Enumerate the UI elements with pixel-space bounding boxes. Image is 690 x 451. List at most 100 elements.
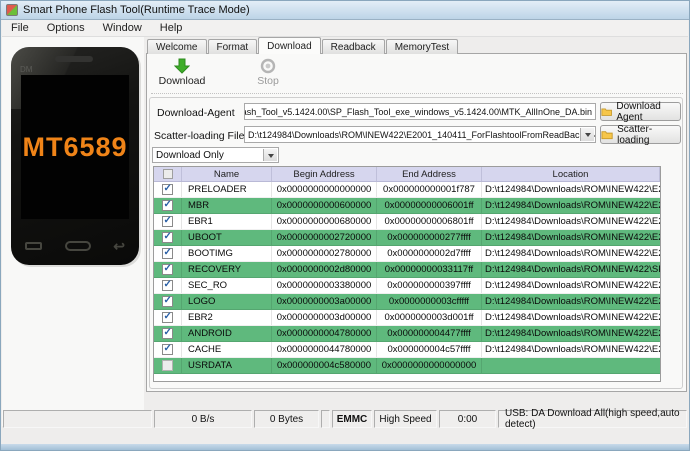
location-path: D:\t124984\Downloads\ROM\INEW422\E2001_1… [485,328,660,339]
menu-help[interactable]: Help [151,21,192,35]
end-address: 0x0000000000000000 [377,358,482,373]
header-end-address[interactable]: End Address [377,167,482,181]
row-checkbox[interactable] [162,279,173,291]
table-row[interactable]: RECOVERY 0x0000000002d80000 0x0000000003… [154,262,660,278]
row-checkbox-cell[interactable] [154,214,182,229]
end-address: 0x000000000397ffff [377,278,482,293]
tab-welcome[interactable]: Welcome [147,39,207,54]
row-checkbox-cell[interactable] [154,278,182,293]
title-bar[interactable]: Smart Phone Flash Tool(Runtime Trace Mod… [1,1,689,20]
download-arrow-icon [174,58,190,74]
mode-dropdown-button[interactable] [263,149,277,161]
stop-icon [260,58,276,74]
row-checkbox-cell[interactable] [154,310,182,325]
chevron-down-icon [267,153,274,161]
header-name[interactable]: Name [182,167,272,181]
select-all-box[interactable] [162,169,173,179]
row-checkbox[interactable] [162,360,173,371]
scatter-loading-button-label: Scatter-loading [617,123,653,146]
tab-format[interactable]: Format [207,39,258,54]
row-checkbox[interactable] [162,295,173,307]
tab-download[interactable]: Download [258,37,321,54]
row-checkbox-cell[interactable] [154,182,182,197]
status-elapsed-time: 0:00 [439,410,496,428]
tab-readback[interactable]: Readback [321,39,385,54]
row-checkbox-cell[interactable] [154,358,182,373]
phone-image: DM MT6589 ↩ [11,47,139,265]
status-spacer [321,410,330,428]
download-mode-combobox[interactable]: Download Only [152,147,279,163]
table-row[interactable]: LOGO 0x0000000003a00000 0x0000000003cfff… [154,294,660,310]
row-checkbox-cell[interactable] [154,262,182,277]
row-checkbox[interactable] [162,343,173,355]
row-checkbox[interactable] [162,199,173,211]
download-agent-input[interactable]: ds\ROM\INEW422\SP_Flash_Tool_v5.1424.00\… [244,103,596,120]
table-row[interactable]: UBOOT 0x0000000002720000 0x000000000277f… [154,230,660,246]
header-begin-address[interactable]: Begin Address [272,167,377,181]
end-address: 0x0000000003cfffff [377,294,482,309]
row-checkbox-cell[interactable] [154,230,182,245]
status-speed: 0 B/s [154,410,252,428]
phone-speaker [55,56,93,62]
table-header: Name Begin Address End Address Location [154,167,660,182]
table-row[interactable]: SEC_RO 0x0000000003380000 0x000000000397… [154,278,660,294]
row-checkbox[interactable] [162,247,173,259]
partition-name: RECOVERY [182,262,272,277]
menu-window[interactable]: Window [94,21,151,35]
row-checkbox-cell[interactable] [154,246,182,261]
partition-name: PRELOADER [182,182,272,197]
header-location[interactable]: Location [482,167,660,181]
table-row[interactable]: USRDATA 0x000000004c580000 0x00000000000… [154,358,660,374]
table-row[interactable]: EBR1 0x0000000000680000 0x00000000006801… [154,214,660,230]
table-row[interactable]: CACHE 0x0000000044780000 0x000000004c57f… [154,342,660,358]
end-address: 0x0000000002d7ffff [377,246,482,261]
phone-home-icon [64,241,91,251]
row-checkbox[interactable] [162,311,173,323]
partition-name: EBR1 [182,214,272,229]
location-path: D:\t124984\Downloads\ROM\INEW422\SP_Flas… [485,264,660,275]
table-row[interactable]: EBR2 0x0000000003d00000 0x0000000003d001… [154,310,660,326]
row-checkbox-cell[interactable] [154,342,182,357]
row-checkbox[interactable] [162,231,173,243]
row-checkbox-cell[interactable] [154,294,182,309]
row-checkbox-cell[interactable] [154,326,182,341]
download-button[interactable]: Download [153,58,211,87]
table-row[interactable]: ANDROID 0x0000000004780000 0x00000000447… [154,326,660,342]
scatter-loading-button[interactable]: Scatter-loading [600,123,681,146]
begin-address: 0x0000000002780000 [272,246,377,261]
partition-name: MBR [182,198,272,213]
status-bytes: 0 Bytes [254,410,319,428]
begin-address: 0x0000000003d00000 [272,310,377,325]
stop-button[interactable]: Stop [239,58,297,87]
table-row[interactable]: MBR 0x0000000000600000 0x00000000006001f… [154,198,660,214]
location-path: D:\t124984\Downloads\ROM\INEW422\E2001_1… [485,232,660,243]
table-row[interactable]: BOOTIMG 0x0000000002780000 0x0000000002d… [154,246,660,262]
row-checkbox[interactable] [162,327,173,339]
row-checkbox[interactable] [162,215,173,227]
menu-file[interactable]: File [2,21,38,35]
status-storage-type: EMMC [332,410,372,428]
location-path: D:\t124984\Downloads\ROM\INEW422\E2001_1… [485,296,660,307]
table-row[interactable]: PRELOADER 0x0000000000000000 0x000000000… [154,182,660,198]
row-checkbox[interactable] [162,183,173,195]
menu-options[interactable]: Options [38,21,94,35]
status-usb-speed: High Speed [374,410,437,428]
location-path: D:\t124984\Downloads\ROM\INEW422\E2001_1… [485,216,660,227]
row-checkbox-cell[interactable] [154,198,182,213]
row-checkbox[interactable] [162,263,173,275]
end-address: 0x00000000006801ff [377,214,482,229]
app-window: Smart Phone Flash Tool(Runtime Trace Mod… [0,0,690,451]
folder-icon [601,131,613,140]
header-select-all[interactable] [154,167,182,181]
phone-watermark: DM [20,65,33,74]
begin-address: 0x0000000004780000 [272,326,377,341]
download-agent-label: Download-Agent [157,107,235,119]
window-title: Smart Phone Flash Tool(Runtime Trace Mod… [23,4,250,16]
window-bottom-frame [1,444,689,450]
begin-address: 0x0000000000000000 [272,182,377,197]
download-agent-button[interactable]: Download Agent [600,101,681,123]
scatter-dropdown-button[interactable] [580,128,594,141]
tab-memorytest[interactable]: MemoryTest [385,39,459,54]
download-agent-path: ds\ROM\INEW422\SP_Flash_Tool_v5.1424.00\… [245,106,592,117]
scatter-file-combobox[interactable]: D:\t124984\Downloads\ROM\INEW422\E2001_1… [244,126,596,143]
